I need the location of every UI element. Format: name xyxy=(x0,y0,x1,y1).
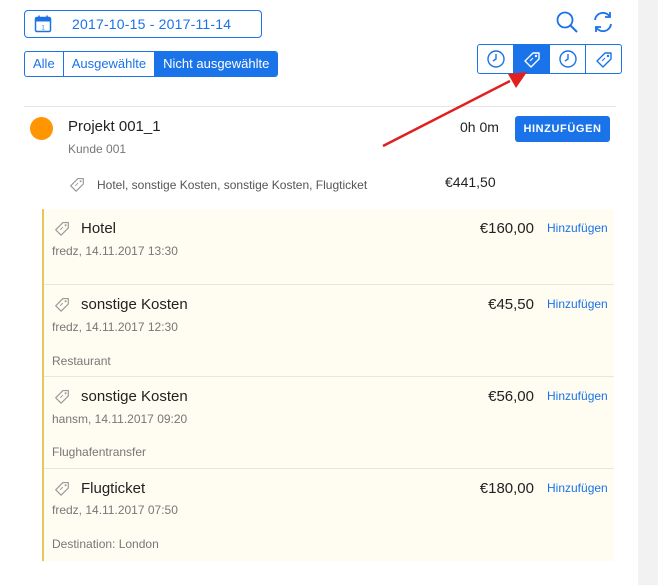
filter-selected[interactable]: Ausgewählte xyxy=(64,52,156,76)
expense-summary: Hotel, sonstige Kosten, sonstige Kosten,… xyxy=(97,178,368,192)
tag-icon xyxy=(55,298,69,312)
tag-icon xyxy=(595,52,612,68)
project-time: 0h 0m xyxy=(460,119,499,135)
expense-title: sonstige Kosten xyxy=(81,388,188,405)
add-expense-link[interactable]: Hinzufügen xyxy=(547,389,608,403)
add-expense-link[interactable]: Hinzufügen xyxy=(547,221,608,235)
expense-total: €441,50 xyxy=(445,174,496,190)
expense-amount: €180,00 xyxy=(479,480,534,497)
tag-icon xyxy=(55,482,69,496)
expense-meta: fredz, 14.11.2017 07:50 xyxy=(52,503,178,517)
toolbar-icons xyxy=(555,10,615,34)
filter-not-selected[interactable]: Nicht ausgewählte xyxy=(155,52,278,76)
project-client: Kunde 001 xyxy=(68,142,127,156)
expense-note: Destination: London xyxy=(52,537,159,551)
expense-entry[interactable]: sonstige Kosten hansm, 14.11.2017 09:20 … xyxy=(44,377,614,469)
calendar-icon: 1 xyxy=(34,15,52,33)
expense-title: Flugticket xyxy=(81,480,146,497)
expense-title: sonstige Kosten xyxy=(81,296,188,313)
expense-title: Hotel xyxy=(81,220,117,237)
clock-icon xyxy=(558,50,577,68)
expense-note: Flughafentransfer xyxy=(52,445,147,459)
expense-entry[interactable]: Flugticket fredz, 14.11.2017 07:50 €180,… xyxy=(44,469,614,561)
view-expenses-button[interactable] xyxy=(514,45,550,73)
view-toggle xyxy=(477,44,622,74)
project-row: Projekt 001_1 Kunde 001 0h 0m HINZUFÜGEN… xyxy=(24,107,616,207)
expense-amount: €160,00 xyxy=(479,220,534,237)
tag-icon xyxy=(523,52,540,68)
project-name: Projekt 001_1 xyxy=(68,118,161,135)
add-project-button[interactable]: HINZUFÜGEN xyxy=(515,116,610,142)
view-expenses-all-button[interactable] xyxy=(586,45,621,73)
main-panel: 1 2017-10-15 - 2017-11-14 Alle Ausgewähl… xyxy=(0,0,638,585)
refresh-icon[interactable] xyxy=(591,10,615,34)
tag-icon xyxy=(55,222,69,236)
add-expense-link[interactable]: Hinzufügen xyxy=(547,481,608,495)
expense-meta: fredz, 14.11.2017 12:30 xyxy=(52,320,178,334)
add-expense-link[interactable]: Hinzufügen xyxy=(547,297,608,311)
date-range-label: 2017-10-15 - 2017-11-14 xyxy=(72,16,232,32)
project-color-dot xyxy=(30,117,53,140)
expense-meta: fredz, 14.11.2017 13:30 xyxy=(52,244,178,258)
expense-note: Restaurant xyxy=(52,354,111,368)
expense-meta: hansm, 14.11.2017 09:20 xyxy=(52,412,188,426)
view-time-button[interactable] xyxy=(478,45,514,73)
view-time-all-button[interactable] xyxy=(550,45,586,73)
expense-amount: €56,00 xyxy=(488,388,534,405)
tag-icon xyxy=(70,178,84,192)
tag-icon xyxy=(55,390,69,404)
expense-entry[interactable]: Hotel fredz, 14.11.2017 13:30 €160,00 Hi… xyxy=(44,209,614,285)
expense-list: Hotel fredz, 14.11.2017 13:30 €160,00 Hi… xyxy=(42,209,614,561)
selection-filter: Alle Ausgewählte Nicht ausgewählte xyxy=(24,51,279,77)
svg-text:1: 1 xyxy=(41,26,45,32)
date-range-button[interactable]: 1 2017-10-15 - 2017-11-14 xyxy=(24,10,262,38)
search-icon[interactable] xyxy=(555,10,579,34)
filter-all[interactable]: Alle xyxy=(25,52,64,76)
clock-icon xyxy=(486,50,505,68)
expense-entry[interactable]: sonstige Kosten fredz, 14.11.2017 12:30 … xyxy=(44,285,614,377)
expense-amount: €45,50 xyxy=(488,296,534,313)
